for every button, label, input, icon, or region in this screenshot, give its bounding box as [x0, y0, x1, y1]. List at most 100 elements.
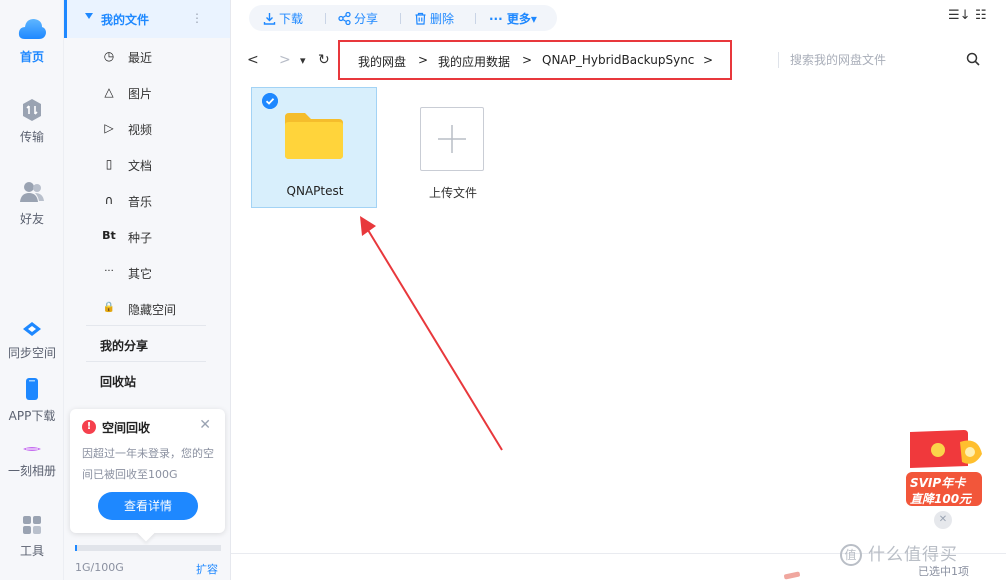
breadcrumb-item[interactable]: 我的网盘: [358, 53, 406, 70]
video-icon: ▷: [104, 121, 114, 135]
breadcrumb-item[interactable]: 我的应用数据: [438, 53, 510, 70]
refresh-button[interactable]: ↻: [318, 52, 330, 68]
card-description: 因超过一年未登录，您的空间已被回收至100G: [82, 447, 214, 481]
sidebar-item-label: 图片: [128, 87, 153, 101]
clock-icon: ◷: [103, 49, 115, 63]
rail-item-sync-space[interactable]: 同步空间: [0, 320, 64, 361]
sidebar-item-label: 最近: [128, 51, 153, 65]
breadcrumb-separator: >: [703, 53, 714, 67]
headphones-icon: ∩: [104, 193, 114, 207]
sidebar-item-hidden-space[interactable]: 🔒 隐藏空间: [64, 290, 230, 326]
sidebar-item-recycle-bin[interactable]: 回收站: [100, 373, 136, 390]
rail-label: 同步空间: [7, 346, 56, 360]
nav-rail: 首页 传输 好友 同步空间 APP下载 一刻相册 工具: [0, 0, 64, 580]
promo-line-1: SVIP年卡: [910, 476, 966, 490]
more-button[interactable]: ··· 更多▾: [489, 10, 537, 27]
folder-icon: [285, 113, 343, 159]
upload-tile[interactable]: [420, 107, 484, 171]
baidu-netdisk-window: 首页 传输 好友 同步空间 APP下载 一刻相册 工具 我的文件 ⋮ ◷ 最近 …: [0, 0, 1006, 580]
image-icon: △: [104, 85, 114, 99]
history-dropdown[interactable]: ▾: [300, 54, 306, 67]
document-icon: ▯: [105, 157, 113, 171]
checkmark-icon[interactable]: [262, 93, 278, 109]
rail-label: 首页: [19, 50, 44, 64]
rail-item-app-download[interactable]: APP下载: [0, 377, 64, 424]
sidebar-item-label: 音乐: [128, 195, 153, 209]
ellipsis-icon: ···: [104, 266, 114, 277]
back-button[interactable]: <: [247, 52, 259, 68]
divider: [86, 361, 206, 362]
selection-status: 已选中1项: [918, 565, 969, 578]
sidebar-item-label: 文档: [128, 159, 153, 173]
quota-text: 1G/100G: [75, 561, 124, 574]
sidebar-item-label: 种子: [128, 231, 153, 245]
trash-icon: [415, 12, 426, 25]
rail-label: 好友: [19, 212, 44, 226]
delete-button[interactable]: 删除: [414, 10, 454, 27]
rail-item-album[interactable]: 一刻相册: [0, 442, 64, 479]
rail-item-home[interactable]: 首页: [0, 16, 64, 65]
download-icon: [263, 13, 276, 25]
promo-close-icon[interactable]: ✕: [934, 511, 952, 529]
sidebar-item-label: 视频: [128, 123, 153, 137]
rail-item-tools[interactable]: 工具: [0, 514, 64, 559]
sidebar-item-other[interactable]: ··· 其它: [64, 254, 230, 290]
sidebar-item-label: 隐藏空间: [128, 303, 177, 317]
download-label: 下载: [279, 12, 304, 26]
card-title: 空间回收: [102, 421, 151, 435]
close-icon[interactable]: ✕: [199, 417, 211, 433]
toolbar-divider: [325, 13, 326, 24]
file-tile-selected[interactable]: QNAPtest: [251, 87, 377, 208]
search-icon[interactable]: [966, 52, 980, 66]
transfer-icon: [23, 99, 41, 121]
sidebar-item-documents[interactable]: ▯ 文档: [64, 146, 230, 182]
watermark-text: 什么值得买: [868, 545, 958, 565]
sort-icon[interactable]: ☰↓: [948, 8, 971, 23]
sidebar-item-videos[interactable]: ▷ 视频: [64, 110, 230, 146]
search-input[interactable]: [790, 50, 960, 70]
rail-item-transfer[interactable]: 传输: [0, 98, 64, 145]
phone-icon: [26, 378, 38, 400]
share-button[interactable]: 分享: [338, 10, 378, 27]
rail-label: APP下载: [8, 409, 56, 423]
caret-down-icon: [85, 13, 93, 19]
share-label: 分享: [354, 12, 379, 26]
sidebar-item-label: 其它: [128, 267, 153, 281]
sync-space-icon: [23, 322, 41, 336]
sidebar-item-my-files[interactable]: 我的文件 ⋮: [64, 0, 230, 38]
sidebar-item-label: 我的文件: [101, 13, 150, 27]
sidebar-item-recent[interactable]: ◷ 最近: [64, 38, 230, 74]
view-details-button[interactable]: 查看详情: [98, 492, 198, 520]
file-name: QNAPtest: [286, 184, 344, 198]
list-view-icon[interactable]: ☷: [975, 8, 987, 23]
breadcrumb-item[interactable]: QNAP_HybridBackupSync: [542, 53, 694, 67]
quota-fill: [75, 545, 77, 551]
svip-promo-badge[interactable]: SVIP年卡 直降100元: [902, 428, 986, 508]
toolbar-divider: [475, 13, 476, 24]
plus-icon: [438, 125, 466, 153]
cloud-icon: [18, 19, 46, 39]
more-vertical-icon[interactable]: ⋮: [191, 11, 203, 25]
sidebar-item-music[interactable]: ∩ 音乐: [64, 182, 230, 218]
bt-icon: Bt: [102, 229, 116, 242]
quota-bar: [75, 545, 221, 551]
rail-item-friends[interactable]: 好友: [0, 180, 64, 227]
rail-label: 传输: [19, 130, 44, 144]
delete-label: 删除: [430, 12, 455, 26]
lock-icon: 🔒: [102, 302, 116, 313]
forward-button[interactable]: >: [279, 52, 291, 68]
upload-label: 上传文件: [428, 186, 477, 200]
album-icon: [23, 447, 41, 451]
expand-link[interactable]: 扩容: [196, 561, 218, 577]
share-icon: [338, 11, 351, 26]
rail-label: 工具: [19, 544, 44, 558]
watermark-logo-icon: 值: [840, 544, 862, 566]
annotation-fragment: [783, 571, 801, 580]
sidebar-item-torrents[interactable]: Bt 种子: [64, 218, 230, 254]
divider: [86, 325, 206, 326]
download-button[interactable]: 下载: [263, 10, 303, 27]
sidebar-item-my-share[interactable]: 我的分享: [100, 337, 148, 354]
warning-icon: !: [82, 420, 96, 434]
sidebar-item-images[interactable]: △ 图片: [64, 74, 230, 110]
breadcrumb-separator: >: [522, 53, 533, 67]
